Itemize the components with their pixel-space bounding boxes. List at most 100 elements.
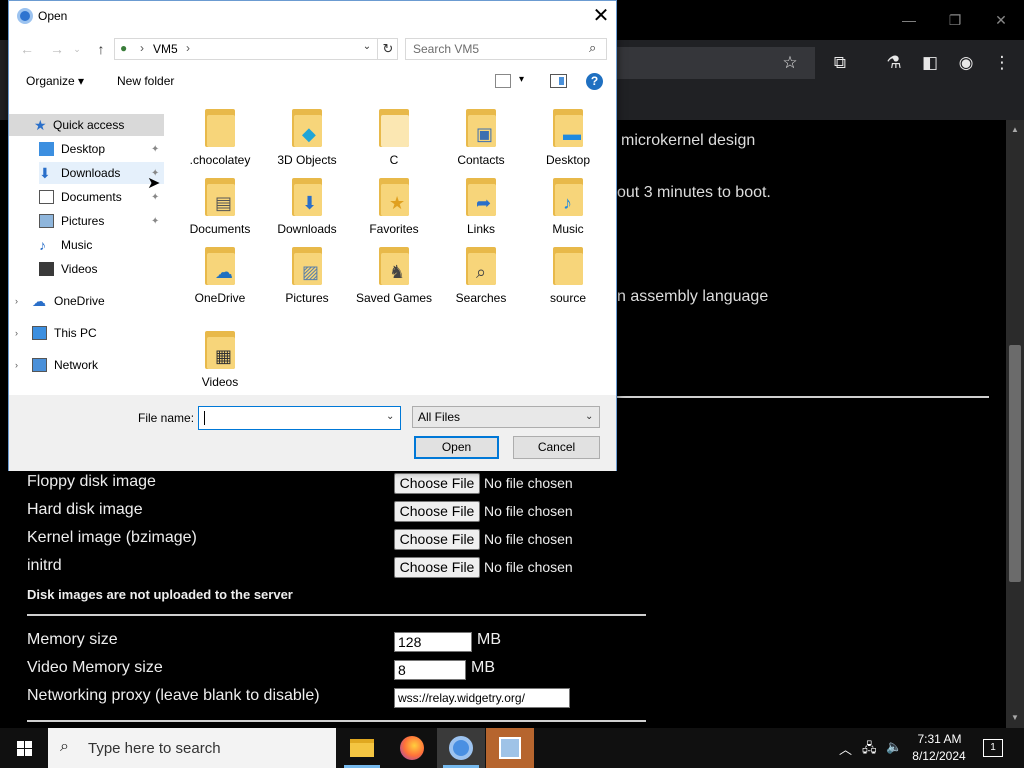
menu-kebab-icon[interactable]: ⋮ <box>989 50 1015 76</box>
pin-icon[interactable]: ✦ <box>151 192 159 203</box>
show-hidden-icons-chevron-icon[interactable]: ︿ <box>839 739 852 758</box>
chrome-logo-icon <box>17 8 33 24</box>
pin-icon[interactable]: ✦ <box>151 216 159 227</box>
up-arrow-icon[interactable]: ↑ <box>91 39 111 59</box>
organize-button[interactable]: Organize ▾ <box>26 74 84 88</box>
nav-music[interactable]: ♪ Music <box>39 234 164 256</box>
folder-item[interactable]: ▦ Videos <box>179 323 261 403</box>
cancel-button[interactable]: Cancel <box>513 436 600 459</box>
expand-chevron-icon[interactable]: › <box>15 328 18 338</box>
close-icon[interactable]: ✕ <box>989 8 1013 32</box>
chess-knight-icon: ♞ <box>389 262 406 282</box>
initrd-choose-file-button[interactable]: Choose File <box>394 557 480 578</box>
preview-pane-icon[interactable] <box>550 74 567 88</box>
3d-objects-icon: ◆ <box>302 124 316 144</box>
folder-item[interactable]: ▨ Pictures <box>266 239 348 319</box>
refresh-icon[interactable]: ↻ <box>377 39 398 59</box>
kernel-choose-file-button[interactable]: Choose File <box>394 529 480 550</box>
recent-locations-icon[interactable]: ⌄ <box>67 39 87 59</box>
folder-name: C <box>389 153 399 167</box>
bookmark-star-icon[interactable]: ☆ <box>777 50 803 76</box>
back-arrow-icon[interactable]: ← <box>17 39 37 59</box>
open-file-dialog: Open ✕ ← → ⌄ ↑ ● › VM5 › ⌄ ↻ Search VM5 … <box>8 0 617 471</box>
file-name-input[interactable] <box>198 406 401 430</box>
video-memory-input[interactable]: 8 <box>394 660 466 680</box>
chevron-down-icon[interactable]: ⌄ <box>359 41 375 52</box>
folder-item[interactable]: ◆ 3D Objects <box>266 101 348 181</box>
nav-onedrive[interactable]: ☁ OneDrive <box>32 290 164 312</box>
change-view-icon[interactable] <box>495 74 511 88</box>
hdd-choose-file-button[interactable]: Choose File <box>394 501 480 522</box>
clock-time[interactable]: 7:31 AM <box>912 732 967 746</box>
folder-item[interactable]: ▣ Contacts <box>440 101 522 181</box>
nav-desktop[interactable]: Desktop <box>39 138 164 160</box>
scroll-down-icon[interactable]: ▼ <box>1006 710 1024 726</box>
nav-pictures[interactable]: Pictures <box>39 210 164 232</box>
folder-item[interactable]: ▬ Desktop <box>527 101 609 181</box>
control-panel-taskbar-button[interactable] <box>486 728 534 768</box>
taskbar-search-box[interactable]: ⌕ Type here to search <box>48 728 336 768</box>
volume-muted-icon[interactable]: 🔈 <box>886 739 902 755</box>
folder-item[interactable]: ➦ Links <box>440 170 522 250</box>
file-name-history-chevron-icon[interactable]: ⌄ <box>386 411 394 422</box>
file-type-select[interactable]: All Files <box>412 406 600 428</box>
nav-downloads[interactable]: ⬇ Downloads <box>39 162 164 184</box>
nav-videos[interactable]: Videos <box>39 258 164 280</box>
folder-icon <box>350 739 374 757</box>
folder-address-bar[interactable]: ● › VM5 › ⌄ ↻ <box>114 38 398 60</box>
minimize-icon[interactable]: — <box>897 8 921 32</box>
memory-size-input[interactable]: 128 <box>394 632 472 652</box>
chrome-taskbar-button[interactable] <box>437 728 485 768</box>
floppy-choose-file-button[interactable]: Choose File <box>394 473 480 494</box>
expand-chevron-icon[interactable]: › <box>15 296 18 306</box>
proxy-input[interactable]: wss://relay.widgetry.org/ <box>394 688 570 708</box>
forward-arrow-icon[interactable]: → <box>47 39 67 59</box>
folder-item[interactable]: ⬇ Downloads <box>266 170 348 250</box>
labs-flask-icon[interactable]: ⚗ <box>881 50 907 76</box>
navigation-pane: ▼ ★ Quick access Desktop ✦ ⬇ Downloads ✦… <box>9 111 169 393</box>
page-text-fragment: out 3 minutes to boot. <box>617 184 771 201</box>
nav-documents[interactable]: Documents <box>39 186 164 208</box>
view-options-chevron-icon[interactable]: ▾ <box>519 74 524 85</box>
folder-item[interactable]: ☁ OneDrive <box>179 239 261 319</box>
restore-icon[interactable]: ❐ <box>943 8 967 32</box>
document-icon: ▤ <box>215 193 233 213</box>
nav-this-pc[interactable]: This PC <box>32 322 164 344</box>
new-folder-button[interactable]: New folder <box>117 74 174 88</box>
clock-date[interactable]: 8/12/2024 <box>908 749 970 763</box>
start-button[interactable] <box>0 728 48 768</box>
folder-item[interactable]: ♞ Saved Games <box>353 239 435 319</box>
expand-chevron-icon[interactable]: › <box>15 360 18 370</box>
notifications-icon[interactable]: 1 <box>983 739 1003 757</box>
computer-icon <box>32 326 47 340</box>
firefox-icon <box>400 736 424 760</box>
scrollbar-thumb[interactable] <box>1009 345 1021 582</box>
nav-network[interactable]: Network <box>32 354 164 376</box>
help-button[interactable]: ? <box>586 73 603 90</box>
search-input[interactable]: Search VM5 <box>405 38 607 60</box>
side-panel-icon[interactable]: ◧ <box>917 50 943 76</box>
command-bar: Organize ▾ New folder ▾ ? <box>9 67 616 97</box>
extensions-icon[interactable]: ⧉ <box>827 50 853 76</box>
breadcrumb-vm5[interactable]: VM5 <box>153 42 178 56</box>
breadcrumb-separator[interactable]: › <box>186 41 190 55</box>
proxy-label: Networking proxy (leave blank to disable… <box>27 687 320 704</box>
scroll-up-icon[interactable]: ▲ <box>1006 122 1024 138</box>
dialog-close-button[interactable]: ✕ <box>587 3 615 29</box>
folder-item[interactable]: source <box>527 239 609 319</box>
breadcrumb-separator[interactable]: › <box>140 41 144 55</box>
profile-avatar-icon[interactable]: ◉ <box>953 50 979 76</box>
folder-item[interactable]: ▤ Documents <box>179 170 261 250</box>
file-explorer-taskbar-button[interactable] <box>338 728 386 768</box>
folder-item[interactable]: ♪ Music <box>527 170 609 250</box>
firefox-taskbar-button[interactable] <box>388 728 436 768</box>
nav-quick-access[interactable]: ★ Quick access <box>9 114 164 136</box>
network-icon[interactable]: 🖧 <box>862 739 877 761</box>
folder-item[interactable]: C <box>353 101 435 181</box>
open-button[interactable]: Open <box>414 436 499 459</box>
chevron-down-icon[interactable]: ⌄ <box>585 411 593 422</box>
folder-item[interactable]: .chocolatey <box>179 101 261 181</box>
pin-icon[interactable]: ✦ <box>151 144 159 155</box>
folder-item[interactable]: ★ Favorites <box>353 170 435 250</box>
folder-item[interactable]: ⌕ Searches <box>440 239 522 319</box>
